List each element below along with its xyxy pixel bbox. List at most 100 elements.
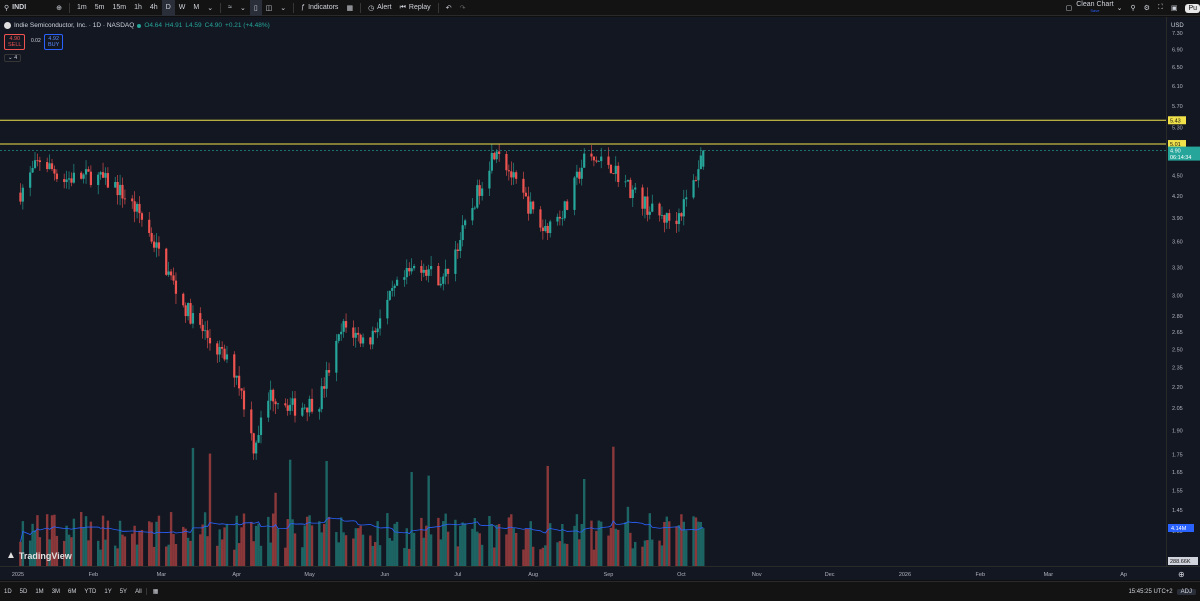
redo-button[interactable]: ↷ [456,0,470,16]
volume-bar [386,513,389,566]
indicators-collapse-toggle[interactable]: ⌄ 4 [4,54,22,62]
time-tick-label: Apr [232,572,241,578]
candle-body [464,220,467,226]
candle-body [430,265,433,270]
volume-bar [651,539,654,566]
calendar-icon[interactable]: ▦ [145,588,163,595]
volume-bar [252,541,255,566]
candle-body [420,266,423,273]
time-axis-svg[interactable]: 2025 Feb Mar Apr May Jun Jul Aug Sep Oct Nov Dec 202… [0,567,1200,581]
candle-body [189,303,192,324]
interval-m[interactable]: M [189,0,203,16]
volume-bar [138,531,141,566]
candle-body [118,184,122,196]
replay-button[interactable]: ⏮ Replay [396,0,435,16]
interval-1h[interactable]: 1h [130,0,146,16]
volume-bar [680,514,683,566]
candle-body [529,201,532,214]
volume-bar [276,528,280,566]
price-tick-label: 6.50 [1172,65,1183,71]
candle-body [308,398,311,413]
interval-4h[interactable]: 4h [146,0,162,16]
interval-d[interactable]: D [161,0,175,16]
layout-menu[interactable]: ▢ Clean Chart Save ⌄ [1062,0,1127,16]
range-1d[interactable]: 1D [0,589,16,595]
interval-5m[interactable]: 5m [91,0,109,16]
price-scale[interactable]: USD 7.30 6.90 6.50 6.10 5.70 5.30 4.50 4.20 3.90… [1166,17,1200,566]
settings-button[interactable]: ⚙ [1140,0,1154,16]
interval-dropdown[interactable]: ⌄ [203,0,217,16]
hline-upper-tag: 5.43 [1168,116,1186,125]
time-tick-label: May [304,572,315,578]
clock-display[interactable]: 15:45:25 UTC+2 [1124,589,1176,595]
range-5d[interactable]: 5D [16,589,32,595]
chart-pane[interactable] [0,17,1166,566]
price-scale-svg[interactable]: USD 7.30 6.90 6.50 6.10 5.70 5.30 4.50 4.20 3.90… [1167,17,1200,566]
volume-bar [357,528,360,566]
legend-close: C4.90 [204,22,223,29]
candle-body [337,334,340,341]
snapshot-button[interactable]: ▣ [1167,0,1182,16]
volume-bar [524,528,528,566]
bar-style-dropdown[interactable]: ⌄ [276,0,290,16]
candle-body [388,290,391,300]
compare-add-button[interactable]: ⊕ [52,0,66,16]
volume-bar [565,543,569,566]
candle-body [99,172,102,175]
candle-body [187,303,190,317]
volume-bar [505,534,508,566]
price-tick-label: 6.10 [1172,84,1183,90]
undo-button[interactable]: ↶ [442,0,456,16]
volume-bar [548,523,552,566]
range-ytd[interactable]: YTD [80,589,100,595]
buy-button[interactable]: 4.92 BUY [44,34,64,50]
interval-15m[interactable]: 15m [108,0,130,16]
range-5y[interactable]: 5Y [116,589,131,595]
fullscreen-button[interactable]: ⛶ [1154,0,1167,16]
range-1y[interactable]: 1Y [100,589,115,595]
candle-body [269,389,272,401]
volume-bar [405,528,408,566]
quick-search-button[interactable]: ⚲ [1126,0,1139,16]
bar-style-button[interactable]: ◫ [262,0,277,16]
layout-name: Clean Chart Save [1076,1,1113,14]
candle-body [238,375,241,389]
divider [360,2,362,13]
range-all[interactable]: All [131,589,146,595]
chart-type-candles-button[interactable]: ▯ [249,0,262,16]
candle-body [359,334,362,344]
price-chart[interactable] [0,17,1166,566]
volume-bar [199,534,202,566]
symbol-search[interactable]: ⚲ INDI [0,0,30,16]
layouts-button[interactable]: ▦ [342,0,357,16]
top-toolbar: ⚲ INDI ⊕ 1m 5m 15m 1h 4h D W M ⌄ ≈ ⌄ ▯ ◫… [0,0,1200,16]
volume-bar [101,515,105,566]
candle-body [354,332,357,338]
candle-body [369,337,372,345]
chart-type-dropdown[interactable]: ⌄ [236,0,250,16]
range-6m[interactable]: 6M [64,589,80,595]
adjust-toggle[interactable]: ADJ [1176,588,1196,595]
volume-bar [131,533,134,566]
candle-body [694,180,698,181]
candle-body [303,407,306,409]
indicators-button[interactable]: ƒ Indicators [297,0,342,16]
volume-bar [665,516,669,566]
range-3m[interactable]: 3M [48,589,64,595]
interval-1m[interactable]: 1m [73,0,91,16]
sell-button[interactable]: 4.90 SELL [4,34,26,50]
time-axis[interactable]: 2025 Feb Mar Apr May Jun Jul Aug Sep Oct Nov Dec 202… [0,566,1200,580]
chart-type-line-button[interactable]: ≈ [224,0,236,16]
volume-bar [391,540,394,566]
alert-button[interactable]: ◷ Alert [364,0,396,16]
candle-body [692,180,695,198]
price-tick-label: 2.20 [1172,385,1183,391]
candle-body [255,442,258,454]
range-1m[interactable]: 1M [31,589,47,595]
volume-bar [456,546,460,566]
interval-w[interactable]: W [175,0,190,16]
chevron-down-icon: ⌄ [8,55,13,61]
publish-button[interactable]: Pu [1185,3,1200,13]
candle-body [495,151,498,160]
candle-body [301,407,304,416]
